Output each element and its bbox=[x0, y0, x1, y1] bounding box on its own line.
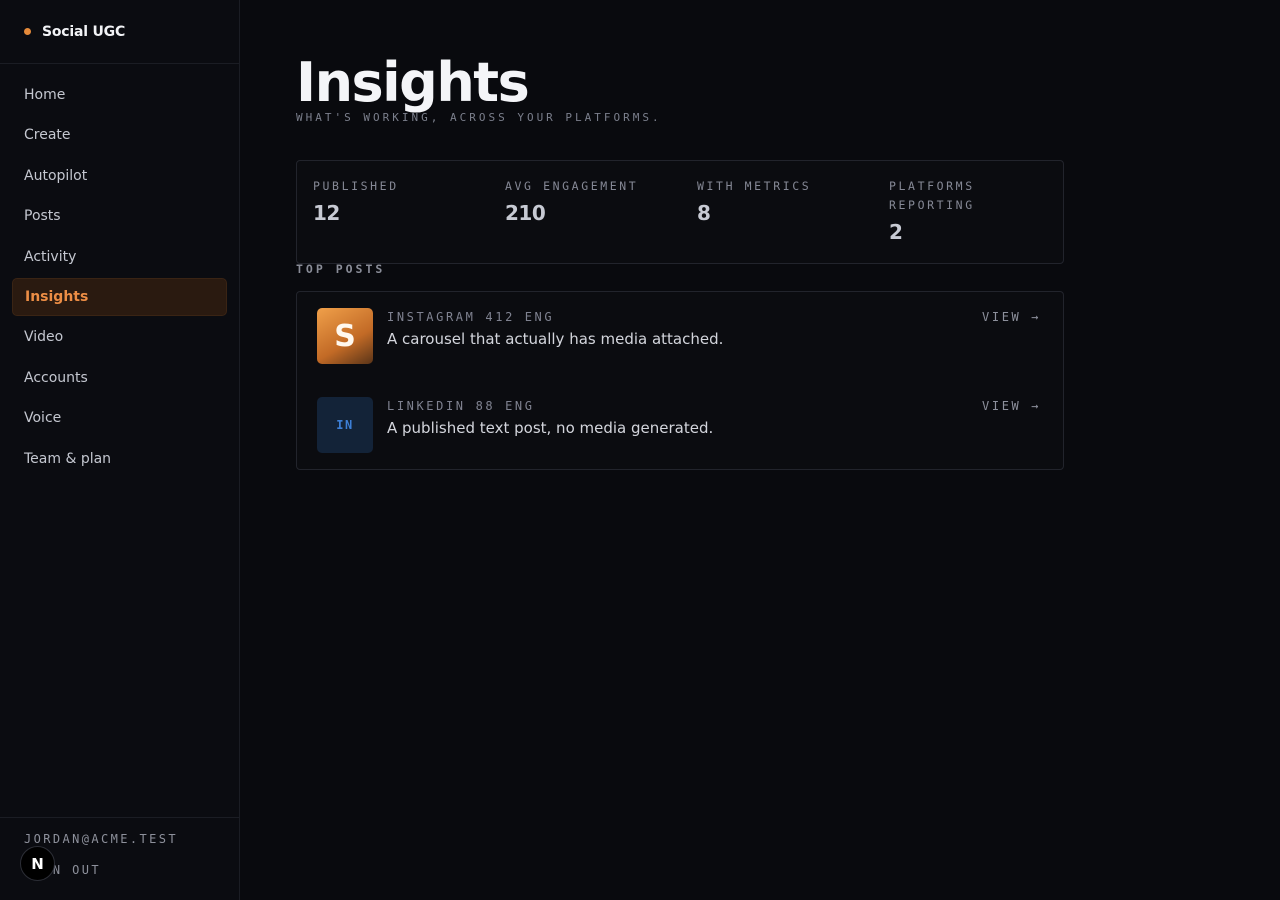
post-platform: LINKEDIN bbox=[387, 399, 466, 413]
stat-avg-engagement: AVG ENGAGEMENT 210 bbox=[505, 177, 665, 225]
sidebar-item-accounts[interactable]: Accounts bbox=[12, 359, 227, 397]
instagram-thumb-icon: S bbox=[334, 318, 356, 354]
sidebar-item-insights[interactable]: Insights bbox=[12, 277, 227, 316]
stat-value: 12 bbox=[313, 201, 340, 225]
stats-panel: PUBLISHED 12 AVG ENGAGEMENT 210 WITH MET… bbox=[296, 160, 1064, 264]
top-posts-title: TOP POSTS bbox=[296, 262, 386, 276]
stat-value: 2 bbox=[889, 220, 903, 244]
list-item: S INSTAGRAM 412 ENG A carousel that actua… bbox=[297, 292, 1063, 364]
brand-name: Social UGC bbox=[42, 23, 126, 40]
stat-label: PUBLISHED bbox=[313, 179, 399, 193]
page-title: Insights bbox=[296, 51, 530, 114]
view-post-link[interactable]: VIEW → bbox=[982, 310, 1041, 324]
post-text: A carousel that actually has media attac… bbox=[387, 330, 724, 348]
sidebar-item-posts[interactable]: Posts bbox=[12, 197, 227, 235]
post-thumbnail[interactable]: S bbox=[317, 308, 373, 364]
stat-published: PUBLISHED 12 bbox=[313, 177, 473, 225]
sidebar-item-team-plan[interactable]: Team & plan bbox=[12, 440, 227, 478]
page-subtitle: WHAT'S WORKING, ACROSS YOUR PLATFORMS. bbox=[296, 111, 662, 124]
sidebar-nav: Home Create Autopilot Posts Activity Ins… bbox=[12, 76, 227, 480]
post-meta: LINKEDIN 88 ENG bbox=[387, 399, 535, 413]
stat-label: WITH METRICS bbox=[697, 179, 812, 193]
stat-with-metrics: WITH METRICS 8 bbox=[697, 177, 857, 225]
view-post-link[interactable]: VIEW → bbox=[982, 399, 1041, 413]
post-meta: INSTAGRAM 412 ENG bbox=[387, 310, 554, 324]
app-root: Social UGC Home Create Autopilot Posts A… bbox=[0, 0, 1280, 900]
stat-platforms-reporting: PLATFORMS REPORTING 2 bbox=[889, 177, 1009, 244]
sidebar-item-activity[interactable]: Activity bbox=[12, 238, 227, 276]
sidebar-item-video[interactable]: Video bbox=[12, 318, 227, 356]
sidebar-footer: JORDAN@ACME.TEST SIGN OUT N bbox=[0, 817, 239, 900]
brand[interactable]: Social UGC bbox=[0, 0, 239, 64]
brand-dot-icon bbox=[24, 28, 31, 35]
user-email: JORDAN@ACME.TEST bbox=[24, 832, 178, 846]
linkedin-thumb-icon: IN bbox=[336, 418, 354, 432]
post-thumbnail[interactable]: IN bbox=[317, 397, 373, 453]
sidebar-item-home[interactable]: Home bbox=[12, 76, 227, 114]
post-engagement: 88 ENG bbox=[475, 399, 535, 413]
stat-value: 210 bbox=[505, 201, 546, 225]
sidebar-item-voice[interactable]: Voice bbox=[12, 399, 227, 437]
top-posts-list: S INSTAGRAM 412 ENG A carousel that actua… bbox=[296, 291, 1064, 470]
stat-label: PLATFORMS REPORTING bbox=[889, 179, 975, 212]
post-text: A published text post, no media generate… bbox=[387, 419, 714, 437]
nextjs-badge-icon[interactable]: N bbox=[20, 846, 55, 881]
list-item: IN LINKEDIN 88 ENG A published text post,… bbox=[297, 381, 1063, 453]
sidebar: Social UGC Home Create Autopilot Posts A… bbox=[0, 0, 240, 900]
stat-value: 8 bbox=[697, 201, 711, 225]
post-platform: INSTAGRAM bbox=[387, 310, 476, 324]
sidebar-item-create[interactable]: Create bbox=[12, 116, 227, 154]
post-engagement: 412 ENG bbox=[485, 310, 555, 324]
sidebar-item-autopilot[interactable]: Autopilot bbox=[12, 157, 227, 195]
stat-label: AVG ENGAGEMENT bbox=[505, 179, 639, 193]
